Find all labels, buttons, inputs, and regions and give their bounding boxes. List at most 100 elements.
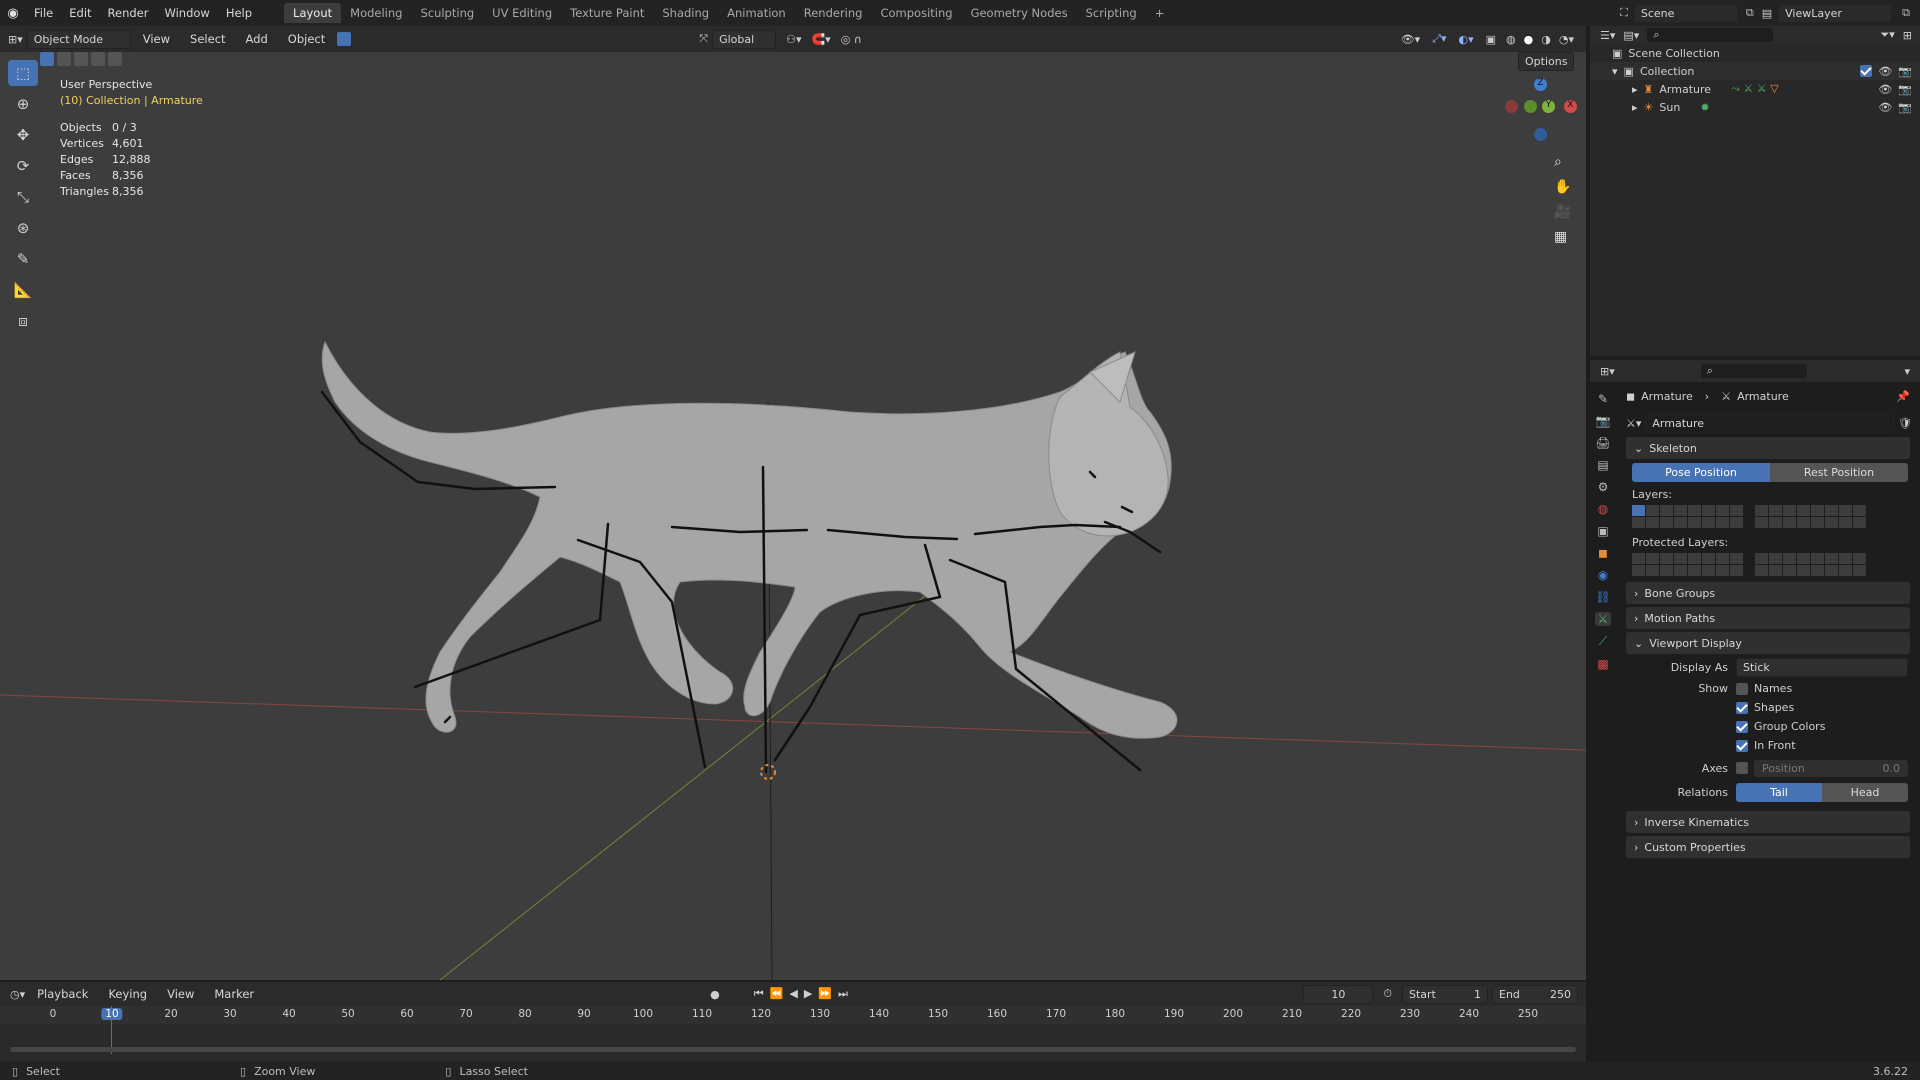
timeline-track[interactable] — [0, 1006, 1586, 1054]
proportional-edit-icon[interactable]: ◎ ∩ — [841, 33, 862, 46]
toggle-icon[interactable] — [337, 32, 352, 46]
eye-icon[interactable]: 👁 — [1878, 101, 1892, 114]
tool-tab-icon[interactable]: ✎ — [1598, 392, 1608, 406]
rotate-tool-icon[interactable]: ⟳ — [8, 153, 38, 179]
end-frame-field[interactable]: End 250 — [1492, 984, 1578, 1004]
gizmo-x[interactable]: X — [1564, 100, 1577, 113]
axes-position-field[interactable]: Position 0.0 — [1754, 759, 1908, 777]
orientation-selector[interactable]: Global — [712, 29, 777, 49]
outliner-row-sun[interactable]: ▸ ☀ Sun ✹ 👁 📷 — [1590, 98, 1920, 116]
menu-window[interactable]: Window — [156, 6, 217, 20]
mode-selector[interactable]: Object Mode — [26, 29, 131, 49]
object-tab-icon[interactable]: ◼ — [1598, 546, 1608, 560]
pivot-icon[interactable]: ⚇▾ — [786, 33, 801, 46]
select-extend-icon[interactable] — [57, 52, 71, 66]
shading-rendered-icon[interactable]: ◔▾ — [1559, 33, 1574, 46]
armature-name-field[interactable]: Armature — [1645, 413, 1895, 433]
gizmo-neg-x[interactable] — [1505, 100, 1518, 113]
menu-add[interactable]: Add — [238, 32, 276, 46]
tab-modeling[interactable]: Modeling — [341, 3, 411, 23]
shading-material-icon[interactable]: ◑ — [1541, 33, 1551, 46]
xray-icon[interactable]: ▣ — [1486, 33, 1496, 46]
zoom-icon[interactable]: ⌕ — [1554, 154, 1571, 170]
select-intersect-icon[interactable] — [108, 52, 122, 66]
tab-uv-editing[interactable]: UV Editing — [483, 3, 561, 23]
tab-scripting[interactable]: Scripting — [1077, 3, 1146, 23]
protected-layer-buttons-left[interactable] — [1632, 553, 1743, 576]
navigation-gizmo[interactable]: Z Y X — [1500, 78, 1580, 158]
select-box-tool-icon[interactable]: ⬚ — [8, 60, 38, 86]
filter-icon[interactable]: ⏷▾ — [1880, 28, 1894, 42]
viewport-display-panel-header[interactable]: ⌄ Viewport Display — [1626, 632, 1910, 654]
motion-paths-panel-header[interactable]: › Motion Paths — [1626, 607, 1910, 629]
expand-arrow-icon[interactable]: ▾ — [1612, 65, 1618, 78]
tail-button[interactable]: Tail — [1736, 782, 1822, 802]
tab-texture-paint[interactable]: Texture Paint — [561, 3, 653, 23]
tab-geometry-nodes[interactable]: Geometry Nodes — [962, 3, 1077, 23]
jump-start-icon[interactable]: ⏮ — [754, 987, 770, 1000]
3d-viewport[interactable]: ⬚ ⊕ ✥ ⟳ ⤡ ⊛ ✎ 📐 ⧈ User Perspective (10) … — [0, 52, 1586, 980]
jump-end-icon[interactable]: ⏭ — [838, 987, 854, 1000]
scene-tab-icon[interactable]: ⚙ — [1598, 480, 1609, 494]
pan-hand-icon[interactable]: ✋ — [1554, 179, 1571, 195]
next-keyframe-icon[interactable]: ⏩ — [818, 987, 838, 1000]
collection-checkbox[interactable] — [1860, 65, 1873, 77]
overlay-toggle-icon[interactable]: ◐▾ — [1459, 33, 1474, 46]
view-layer-selector[interactable]: ViewLayer — [1778, 3, 1893, 23]
gizmo-center[interactable] — [1524, 100, 1537, 113]
current-frame-field[interactable]: 10 — [1303, 984, 1374, 1004]
menu-view[interactable]: View — [135, 32, 178, 46]
render-tab-icon[interactable]: 📷 — [1596, 414, 1611, 428]
perspective-grid-icon[interactable]: ▦ — [1554, 229, 1571, 245]
editor-type-icon[interactable]: ⊞▾ — [8, 33, 23, 46]
play-icon[interactable]: ▶ — [804, 987, 818, 1000]
constraints-tab-icon[interactable]: ⛓ — [1595, 590, 1610, 604]
menu-select[interactable]: Select — [182, 32, 233, 46]
world-tab-icon[interactable]: ◍ — [1598, 502, 1608, 516]
timeline-scrollbar[interactable] — [10, 1047, 1576, 1052]
new-collection-icon[interactable]: ⊞ — [1903, 29, 1912, 42]
menu-file[interactable]: File — [26, 6, 61, 20]
stopwatch-icon[interactable]: ⏱ — [1383, 987, 1392, 1001]
select-subtract-icon[interactable] — [74, 52, 88, 66]
new-view-layer-icon[interactable]: ⧉ — [1902, 6, 1910, 20]
display-mode-icon[interactable]: ▤▾ — [1623, 29, 1639, 42]
group-colors-checkbox[interactable] — [1736, 720, 1748, 733]
scene-selector[interactable]: Scene — [1633, 3, 1738, 23]
layer-buttons-right[interactable] — [1755, 505, 1866, 528]
menu-keying[interactable]: Keying — [100, 987, 155, 1001]
play-reverse-icon[interactable]: ◀ — [789, 987, 803, 1000]
menu-timeline-view[interactable]: View — [159, 987, 202, 1001]
armature-data-icon[interactable]: ⚔▾ — [1626, 417, 1641, 430]
output-tab-icon[interactable]: 🖨 — [1595, 436, 1610, 450]
timeline-editor-icon[interactable]: ◷▾ — [10, 988, 25, 1001]
add-workspace-button[interactable]: + — [1146, 3, 1174, 23]
eye-icon[interactable]: 👁 — [1878, 83, 1892, 96]
view-layer-tab-icon[interactable]: ▤ — [1597, 458, 1608, 472]
bone-tab-icon[interactable]: ⟋ — [1599, 634, 1607, 649]
prev-keyframe-icon[interactable]: ⏪ — [770, 987, 790, 1000]
measure-tool-icon[interactable]: 📐 — [8, 277, 38, 303]
custom-properties-panel-header[interactable]: › Custom Properties — [1626, 836, 1910, 858]
tab-compositing[interactable]: Compositing — [871, 3, 961, 23]
scale-tool-icon[interactable]: ⤡ — [8, 184, 38, 210]
new-scene-icon[interactable]: ⧉ — [1746, 6, 1754, 20]
pose-position-button[interactable]: Pose Position — [1632, 463, 1770, 482]
select-new-icon[interactable] — [40, 52, 54, 66]
render-camera-icon[interactable]: 📷 — [1898, 101, 1912, 114]
tab-rendering[interactable]: Rendering — [795, 3, 872, 23]
annotate-tool-icon[interactable]: ✎ — [8, 246, 38, 272]
display-as-dropdown[interactable]: Stick — [1736, 657, 1908, 677]
in-front-checkbox[interactable] — [1736, 739, 1748, 752]
shading-wireframe-icon[interactable]: ◍ — [1506, 33, 1516, 46]
cursor-tool-icon[interactable]: ⊕ — [8, 91, 38, 117]
menu-playback[interactable]: Playback — [29, 987, 96, 1001]
layer-buttons-left[interactable] — [1632, 505, 1743, 528]
menu-help[interactable]: Help — [218, 6, 260, 20]
outliner-row-armature[interactable]: ▸ ♜ Armature ⤳ ⚔ ⚔ ▽ 👁 📷 — [1590, 80, 1920, 98]
view-layer-icon[interactable]: ▤ — [1762, 7, 1772, 20]
menu-edit[interactable]: Edit — [61, 6, 99, 20]
gizmo-z[interactable]: Z — [1534, 78, 1547, 91]
camera-view-icon[interactable]: 🎥 — [1554, 204, 1571, 220]
bone-groups-panel-header[interactable]: › Bone Groups — [1626, 582, 1910, 604]
